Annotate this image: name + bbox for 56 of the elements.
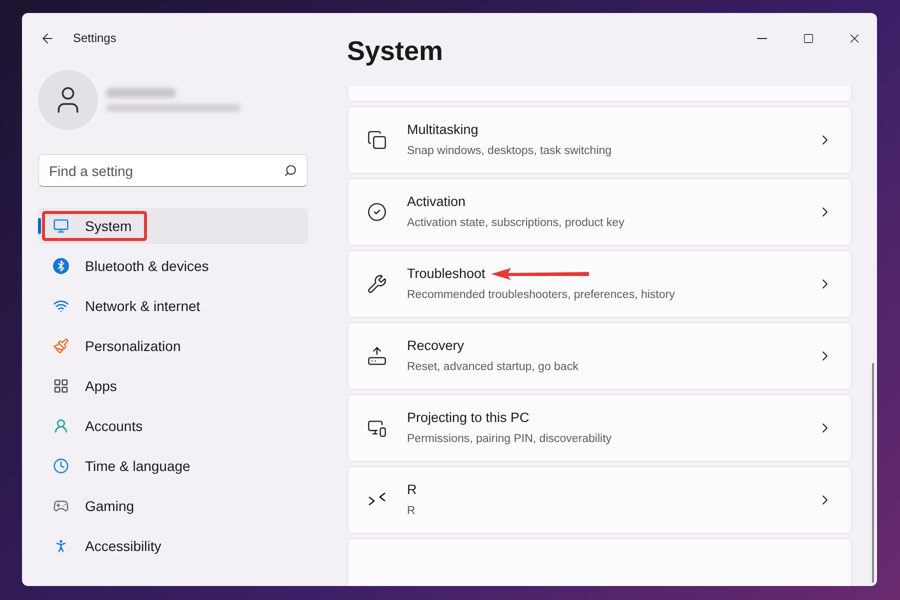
sidebar-item[interactable]: Accessibility <box>38 528 308 564</box>
settings-card[interactable] <box>347 538 852 586</box>
card-subtitle: Snap windows, desktops, task switching <box>407 144 612 158</box>
card-subtitle: Recommended troubleshooters, preferences, history <box>407 288 675 302</box>
search-icon <box>284 164 297 177</box>
sidebar-item[interactable]: Accounts <box>38 408 308 444</box>
sidebar-label: Network & internet <box>85 296 200 316</box>
sidebar-item[interactable]: Gaming <box>38 488 308 524</box>
sidebar-item[interactable]: Personalization <box>38 328 308 364</box>
card-subtitle: Reset, advanced startup, go back <box>407 360 578 374</box>
card-subtitle: Permissions, pairing PIN, discoverability <box>407 432 612 446</box>
card-title: Projecting to this PC <box>407 409 530 428</box>
card-title: R <box>407 481 417 500</box>
settings-card[interactable]: Multitasking Snap windows, desktops, task switching <box>347 106 852 174</box>
sidebar-label: Time & language <box>85 456 190 476</box>
scrollbar[interactable] <box>872 363 874 583</box>
recovery-drive-icon <box>367 346 387 366</box>
selection-indicator <box>38 218 41 234</box>
monitor-icon <box>53 218 69 234</box>
check-circle-icon <box>367 202 387 222</box>
sidebar-label: Accounts <box>85 416 143 436</box>
wifi-icon <box>53 298 69 314</box>
settings-card[interactable]: Troubleshoot Recommended troubleshooters, preferences, history <box>347 250 852 318</box>
overlapping-windows-icon <box>367 130 387 150</box>
settings-card[interactable]: Activation Activation state, subscriptions, product key <box>347 178 852 246</box>
page-heading: System <box>347 38 444 68</box>
gamepad-icon <box>53 498 69 514</box>
sidebar-item[interactable]: Time & language <box>38 448 308 484</box>
card-title: Troubleshoot <box>407 265 486 284</box>
sidebar-item[interactable]: Bluetooth & devices <box>38 248 308 284</box>
card-title: Activation <box>407 193 466 212</box>
person-icon <box>53 418 69 434</box>
bluetooth-icon <box>53 258 69 274</box>
card-subtitle: R <box>407 504 416 518</box>
sidebar-label: Personalization <box>85 336 181 356</box>
wrench-icon <box>367 274 387 294</box>
sidebar-item[interactable]: Apps <box>38 368 308 404</box>
paintbrush-icon <box>53 338 69 354</box>
maximize-icon <box>802 32 814 44</box>
card-title: Multitasking <box>407 121 478 140</box>
sidebar-label: Gaming <box>85 496 134 516</box>
settings-card[interactable]: Recovery Reset, advanced startup, go back <box>347 322 852 390</box>
sidebar-label: System <box>85 216 132 236</box>
settings-card[interactable]: R R <box>347 466 852 534</box>
card-subtitle: Activation state, subscriptions, product key <box>407 216 624 230</box>
sidebar-label: Accessibility <box>85 536 162 556</box>
settings-card[interactable]: Projecting to this PC Permissions, pairing PIN, discoverability <box>347 394 852 462</box>
projecting-screens-icon <box>367 418 387 438</box>
apps-grid-icon <box>53 378 69 394</box>
search-field[interactable]: Find a setting <box>38 154 308 187</box>
window-title: Settings <box>73 30 116 47</box>
card-title: Recovery <box>407 337 464 356</box>
sidebar-label: Apps <box>85 376 117 396</box>
sidebar-label: Bluetooth & devices <box>85 256 209 276</box>
sidebar-item[interactable]: System <box>38 208 308 244</box>
sidebar-item[interactable]: Network & internet <box>38 288 308 324</box>
